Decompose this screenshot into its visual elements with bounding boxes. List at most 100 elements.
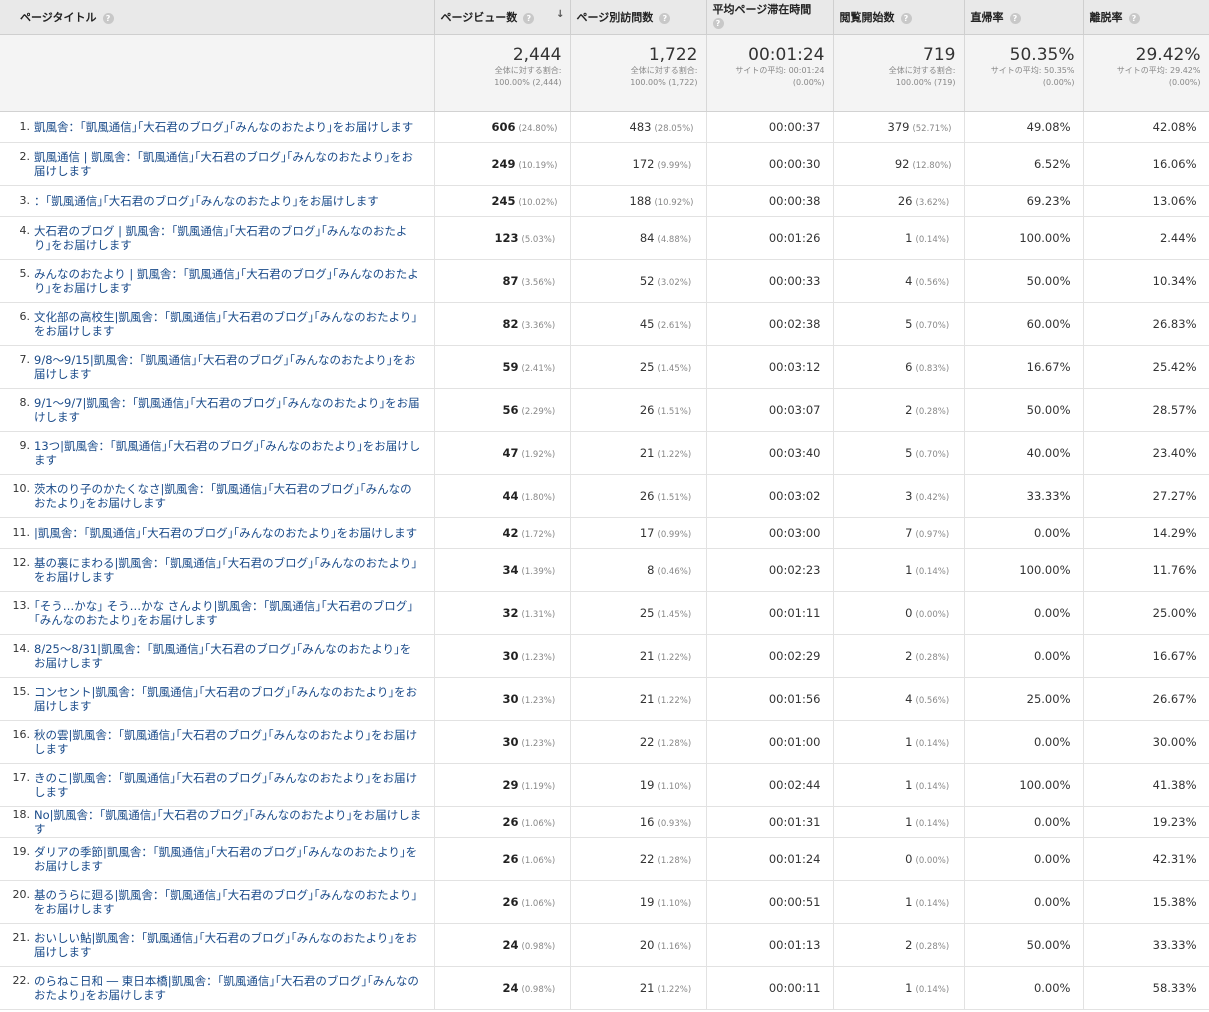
page-title-link[interactable]: 13つ|凱風舎：｢凱風通信｣｢大石君のブログ｣｢みんなのおたより｣をお届けします bbox=[34, 439, 422, 467]
bounce-rate-value: 50.00% bbox=[1026, 938, 1071, 952]
table-row: 11. |凱風舎：｢凱風通信｣｢大石君のブログ｣｢みんなのおたより｣をお届けします… bbox=[0, 517, 1209, 549]
avg-time-cell: 00:00:30 bbox=[706, 142, 834, 186]
page-title-link[interactable]: 凱風舎：｢凱風通信｣｢大石君のブログ｣｢みんなのおたより｣をお届けします bbox=[34, 120, 422, 134]
bounce-rate-value: 50.00% bbox=[1026, 403, 1071, 417]
entrances-percent: (0.97%) bbox=[915, 530, 950, 540]
page-title-link[interactable]: のらねこ日和 ― 東日本橋|凱風舎：｢凱風通信｣｢大石君のブログ｣｢みんなのおた… bbox=[34, 974, 422, 1002]
help-icon[interactable]: ? bbox=[102, 12, 114, 24]
entrances-percent: (0.28%) bbox=[915, 653, 950, 663]
pageviews-cell: 59 (2.41%) bbox=[434, 345, 571, 389]
page-title-link[interactable]: ダリアの季節|凱風舎：｢凱風通信｣｢大石君のブログ｣｢みんなのおたより｣をお届け… bbox=[34, 845, 422, 873]
help-icon[interactable]: ? bbox=[1009, 12, 1021, 24]
page-title-link[interactable]: 茨木のり子のかたくなさ|凱風舎：｢凱風通信｣｢大石君のブログ｣｢みんなのおたより… bbox=[34, 482, 422, 510]
col-header-entrances[interactable]: 閲覧開始数? bbox=[833, 0, 965, 35]
exit-rate-value: 26.83% bbox=[1152, 317, 1197, 331]
col-header-exit-rate[interactable]: 離脱率? bbox=[1083, 0, 1209, 35]
unique-pageviews-value: 21 bbox=[639, 649, 655, 663]
pageviews-percent: (2.41%) bbox=[521, 364, 556, 374]
entrances-value: 1 bbox=[905, 981, 913, 995]
col-header-page-title[interactable]: ページタイトル? bbox=[0, 0, 435, 35]
col-header-bounce-rate[interactable]: 直帰率? bbox=[964, 0, 1084, 35]
page-title-link[interactable]: |凱風舎：｢凱風通信｣｢大石君のブログ｣｢みんなのおたより｣をお届けします bbox=[34, 526, 422, 540]
pageviews-percent: (0.98%) bbox=[521, 942, 556, 952]
pageviews-value: 44 bbox=[502, 489, 519, 503]
page-title-link[interactable]: みんなのおたより | 凱風舎：｢凱風通信｣｢大石君のブログ｣｢みんなのおたより｣… bbox=[34, 267, 422, 295]
entrances-value: 26 bbox=[897, 194, 913, 208]
col-header-unique-pageviews[interactable]: ページ別訪問数? bbox=[570, 0, 707, 35]
bounce-rate-cell: 33.33% bbox=[964, 474, 1084, 518]
page-title-link[interactable]: きのこ|凱風舎：｢凱風通信｣｢大石君のブログ｣｢みんなのおたより｣をお届けします bbox=[34, 771, 422, 799]
sort-desc-icon[interactable]: ↓ bbox=[556, 9, 564, 20]
summary-pageviews: 2,444 全体に対する割合: 100.00% (2,444) bbox=[434, 34, 571, 112]
help-icon[interactable]: ? bbox=[659, 12, 671, 24]
bounce-rate-cell: 0.00% bbox=[964, 880, 1084, 924]
exit-rate-value: 10.34% bbox=[1152, 274, 1197, 288]
entrances-value: 3 bbox=[905, 489, 913, 503]
page-title-link[interactable]: No|凱風舎：｢凱風通信｣｢大石君のブログ｣｢みんなのおたより｣をお届けします bbox=[34, 808, 422, 836]
pageviews-percent: (1.06%) bbox=[521, 899, 556, 909]
table-row: 2. 凱風通信 | 凱風舎：｢凱風通信｣｢大石君のブログ｣｢みんなのおたより｣をお… bbox=[0, 142, 1209, 186]
page-title-link[interactable]: 9/1〜9/7|凱風舎：｢凱風通信｣｢大石君のブログ｣｢みんなのおたより｣をお届… bbox=[34, 396, 422, 424]
page-title-link[interactable]: 8/25〜8/31|凱風舎：｢凱風通信｣｢大石君のブログ｣｢みんなのおたより｣を… bbox=[34, 642, 422, 670]
row-index: 2. bbox=[19, 150, 31, 163]
exit-rate-value: 23.40% bbox=[1152, 446, 1197, 460]
page-title-cell: 8. 9/1〜9/7|凱風舎：｢凱風通信｣｢大石君のブログ｣｢みんなのおたより｣を… bbox=[0, 388, 435, 432]
pageviews-value: 47 bbox=[502, 446, 519, 460]
exit-rate-cell: 33.33% bbox=[1083, 923, 1209, 967]
help-icon[interactable]: ? bbox=[1128, 12, 1140, 24]
page-title-cell: 6. 文化部の高校生|凱風舎：｢凱風通信｣｢大石君のブログ｣｢みんなのおたより｣を… bbox=[0, 302, 435, 346]
unique-pageviews-value: 172 bbox=[632, 157, 655, 171]
page-title-link[interactable]: ：｢凱風通信｣｢大石君のブログ｣｢みんなのおたより｣をお届けします bbox=[34, 194, 422, 208]
unique-pageviews-value: 8 bbox=[647, 563, 655, 577]
page-title-link[interactable]: 基の裏にまわる|凱風舎：｢凱風通信｣｢大石君のブログ｣｢みんなのおたより｣をお届… bbox=[34, 556, 422, 584]
bounce-rate-value: 0.00% bbox=[1033, 649, 1071, 663]
pageviews-cell: 123 (5.03%) bbox=[434, 216, 571, 260]
unique-pageviews-percent: (1.22%) bbox=[657, 653, 692, 663]
pageviews-value: 56 bbox=[502, 403, 519, 417]
col-header-avg-time[interactable]: 平均ページ滞在時間? bbox=[706, 0, 834, 35]
entrances-percent: (0.00%) bbox=[915, 856, 950, 866]
entrances-cell: 0 (0.00%) bbox=[833, 837, 965, 881]
unique-pageviews-value: 84 bbox=[639, 231, 655, 245]
page-title-link[interactable]: 基のうらに廻る|凱風舎：｢凱風通信｣｢大石君のブログ｣｢みんなのおたより｣をお届… bbox=[34, 888, 422, 916]
table-row: 18. No|凱風舎：｢凱風通信｣｢大石君のブログ｣｢みんなのおたより｣をお届けし… bbox=[0, 806, 1209, 838]
avg-time-value: 00:00:51 bbox=[768, 895, 821, 909]
page-title-link[interactable]: 9/8〜9/15|凱風舎：｢凱風通信｣｢大石君のブログ｣｢みんなのおたより｣をお… bbox=[34, 353, 422, 381]
table-row: 12. 基の裏にまわる|凱風舎：｢凱風通信｣｢大石君のブログ｣｢みんなのおたより｣… bbox=[0, 548, 1209, 592]
bounce-rate-value: 0.00% bbox=[1033, 981, 1071, 995]
help-icon[interactable]: ? bbox=[900, 12, 912, 24]
summary-unique-pageviews: 1,722 全体に対する割合: 100.00% (1,722) bbox=[570, 34, 707, 112]
page-title-link[interactable]: おいしい鮎|凱風舎：｢凱風通信｣｢大石君のブログ｣｢みんなのおたより｣をお届けし… bbox=[34, 931, 422, 959]
col-header-pageviews[interactable]: ページビュー数? ↓ bbox=[434, 0, 571, 35]
bounce-rate-value: 60.00% bbox=[1026, 317, 1071, 331]
entrances-percent: (0.14%) bbox=[915, 819, 950, 829]
entrances-percent: (0.70%) bbox=[915, 450, 950, 460]
row-index: 12. bbox=[12, 556, 31, 569]
table-row: 16. 秋の雲|凱風舎：｢凱風通信｣｢大石君のブログ｣｢みんなのおたより｣をお届け… bbox=[0, 720, 1209, 764]
row-index: 10. bbox=[12, 482, 31, 495]
help-icon[interactable]: ? bbox=[523, 12, 535, 24]
avg-time-value: 00:00:30 bbox=[768, 157, 821, 171]
page-title-link[interactable]: 凱風通信 | 凱風舎：｢凱風通信｣｢大石君のブログ｣｢みんなのおたより｣をお届け… bbox=[34, 150, 422, 178]
page-title-link[interactable]: 秋の雲|凱風舎：｢凱風通信｣｢大石君のブログ｣｢みんなのおたより｣をお届けします bbox=[34, 728, 422, 756]
page-title-link[interactable]: 文化部の高校生|凱風舎：｢凱風通信｣｢大石君のブログ｣｢みんなのおたより｣をお届… bbox=[34, 310, 422, 338]
help-icon[interactable]: ? bbox=[712, 18, 724, 29]
pageviews-percent: (1.80%) bbox=[521, 493, 556, 503]
summary-label-cell bbox=[0, 34, 435, 112]
unique-pageviews-percent: (1.22%) bbox=[657, 985, 692, 995]
pageviews-value: 29 bbox=[502, 778, 519, 792]
page-title-link[interactable]: 大石君のブログ | 凱風舎：｢凱風通信｣｢大石君のブログ｣｢みんなのおたより｣を… bbox=[34, 224, 422, 252]
page-title-link[interactable]: ｢そう…かな｣ そう…かな さんより|凱風舎：｢凱風通信｣｢大石君のブログ｣｢み… bbox=[34, 599, 422, 627]
entrances-cell: 1 (0.14%) bbox=[833, 216, 965, 260]
pageviews-value: 32 bbox=[502, 606, 519, 620]
avg-time-cell: 00:01:00 bbox=[706, 720, 834, 764]
entrances-percent: (0.00%) bbox=[915, 610, 950, 620]
pageviews-percent: (3.36%) bbox=[521, 321, 556, 331]
bounce-rate-cell: 50.00% bbox=[964, 259, 1084, 303]
exit-rate-value: 26.67% bbox=[1152, 692, 1197, 706]
entrances-percent: (0.14%) bbox=[915, 739, 950, 749]
entrances-percent: (0.14%) bbox=[915, 235, 950, 245]
page-title-link[interactable]: コンセント|凱風舎：｢凱風通信｣｢大石君のブログ｣｢みんなのおたより｣をお届けし… bbox=[34, 685, 422, 713]
unique-pageviews-value: 19 bbox=[639, 895, 655, 909]
entrances-percent: (3.62%) bbox=[915, 198, 950, 208]
